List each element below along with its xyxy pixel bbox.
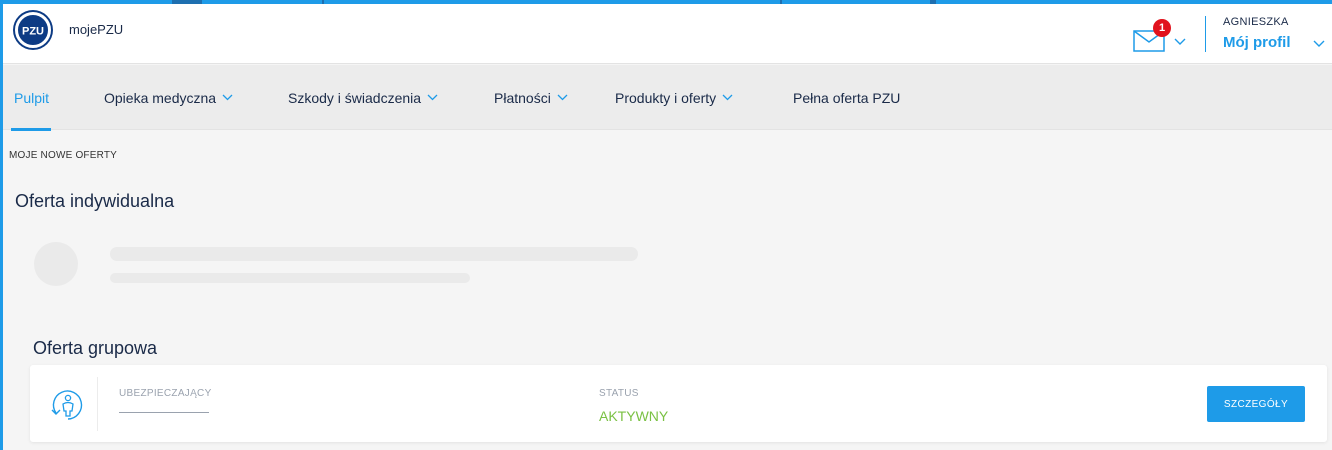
chevron-down-icon (427, 94, 438, 101)
nav-item-pelna-oferta[interactable]: Pełna oferta PZU (793, 65, 900, 130)
group-offer-title: Oferta grupowa (33, 338, 158, 358)
user-name: AGNIESZKA (1223, 16, 1289, 28)
status-value: AKTYWNY (599, 408, 669, 424)
insurer-label: UBEZPIECZAJĄCY (119, 388, 212, 399)
nav-item-label: Produkty i oferty (615, 89, 717, 106)
chevron-down-icon (1174, 38, 1186, 45)
nav-item-pulpit[interactable]: Pulpit (10, 65, 52, 131)
nav-item-label: Płatności (494, 89, 551, 106)
nav-item-label: Pełna oferta PZU (793, 89, 901, 106)
nav-item-szkody[interactable]: Szkody i świadczenia (288, 65, 438, 130)
chevron-down-icon (222, 94, 233, 101)
nav-item-opieka-medyczna[interactable]: Opieka medyczna (104, 65, 233, 130)
group-offer-card: UBEZPIECZAJĄCY STATUS AKTYWNY SZCZEGÓŁY (30, 365, 1327, 442)
app-name[interactable]: mojePZU (69, 22, 123, 37)
skeleton-line (110, 247, 638, 261)
person-refresh-icon (51, 390, 83, 420)
card-icon-container (44, 377, 98, 431)
skeleton-line (110, 273, 470, 283)
logo-text: PZU (22, 26, 44, 38)
skeleton-avatar (34, 242, 78, 286)
chevron-down-icon (722, 94, 733, 101)
profile-link[interactable]: Mój profil (1223, 34, 1291, 51)
messages-button[interactable]: 1 (1133, 19, 1193, 54)
chevron-down-icon (557, 94, 568, 101)
individual-offer-title: Oferta indywidualna (15, 191, 175, 211)
chevron-down-icon[interactable] (1313, 40, 1325, 48)
section-label: MOJE NOWE OFERTY (9, 150, 118, 161)
notification-badge: 1 (1153, 19, 1171, 37)
nav-item-produkty[interactable]: Produkty i oferty (615, 65, 733, 130)
insurer-value-placeholder (119, 412, 209, 413)
header-divider (1205, 16, 1206, 52)
pzu-logo-icon: PZU (22, 26, 44, 38)
status-label: STATUS (599, 388, 639, 399)
details-button[interactable]: SZCZEGÓŁY (1207, 386, 1305, 422)
nav-item-label: Opieka medyczna (104, 89, 217, 106)
app-header: PZU mojePZU 1 AGNIESZKA Mój profil (3, 4, 1332, 64)
main-nav: Pulpit Opieka medyczna Szkody i świadcze… (3, 65, 1332, 131)
pzu-logo[interactable]: PZU (15, 12, 51, 48)
nav-item-platnosci[interactable]: Płatności (494, 65, 568, 130)
nav-item-label: Pulpit (14, 89, 50, 106)
nav-item-label: Szkody i świadczenia (288, 89, 422, 106)
